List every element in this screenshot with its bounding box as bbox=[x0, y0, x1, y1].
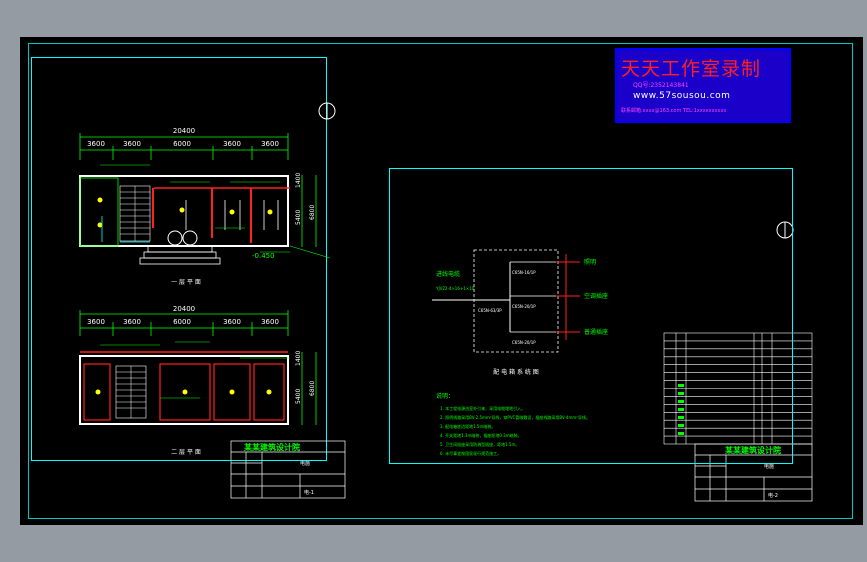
drawing-name-right: 电施 bbox=[764, 463, 774, 470]
dim2-3: 6000 bbox=[173, 318, 191, 326]
dim2-right-total: 6800 bbox=[309, 381, 316, 396]
plan2-floor bbox=[79, 341, 290, 425]
plan1-floor bbox=[79, 164, 331, 265]
north-arrow-icon bbox=[318, 102, 336, 120]
plan2-label: 二 层 平 面 bbox=[171, 449, 201, 456]
watermark-title: 天天工作室录制 bbox=[621, 58, 762, 80]
plan2-dimensions bbox=[79, 310, 317, 425]
overall-dim-top: 20400 bbox=[173, 127, 195, 135]
dim2-4: 3600 bbox=[223, 318, 241, 326]
dim-4: 3600 bbox=[223, 140, 241, 148]
dim-1: 3600 bbox=[87, 140, 105, 148]
dim2-1: 3600 bbox=[87, 318, 105, 326]
company-name-left: 某某建筑设计院 bbox=[243, 442, 300, 452]
dim2-right-2: 5400 bbox=[295, 389, 302, 404]
dim2-right-1: 1400 bbox=[295, 351, 302, 366]
plan1-dimensions bbox=[79, 133, 317, 247]
dim-2: 3600 bbox=[123, 140, 141, 148]
dim-5: 3600 bbox=[261, 140, 279, 148]
overall-dim-bottom: 20400 bbox=[173, 305, 195, 313]
sheet-no-right: 电-2 bbox=[768, 492, 778, 499]
drawing-name-left: 电施 bbox=[300, 460, 310, 467]
level-mark: -0.450 bbox=[252, 252, 275, 260]
dim2-2: 3600 bbox=[123, 318, 141, 326]
dim-right-1: 1400 bbox=[295, 173, 302, 188]
watermark-banner: 天天工作室录制 QQ号:2352143841 www.57sousou.com … bbox=[615, 48, 791, 123]
dim-right-2: 5400 bbox=[295, 210, 302, 225]
watermark-qq: QQ号:2352143841 bbox=[633, 82, 689, 89]
sheet-system-diagram bbox=[389, 168, 793, 464]
watermark-contact: 联系邮箱:xxxx@163.com TEL:1xxxxxxxxxx bbox=[621, 108, 727, 114]
plan1-label: 一 层 平 面 bbox=[171, 279, 201, 286]
dim2-5: 3600 bbox=[261, 318, 279, 326]
watermark-url: www.57sousou.com bbox=[633, 91, 731, 101]
dim-3: 6000 bbox=[173, 140, 191, 148]
dim-right-total: 6800 bbox=[309, 205, 316, 220]
sheet-no-left: 电-1 bbox=[304, 489, 314, 496]
